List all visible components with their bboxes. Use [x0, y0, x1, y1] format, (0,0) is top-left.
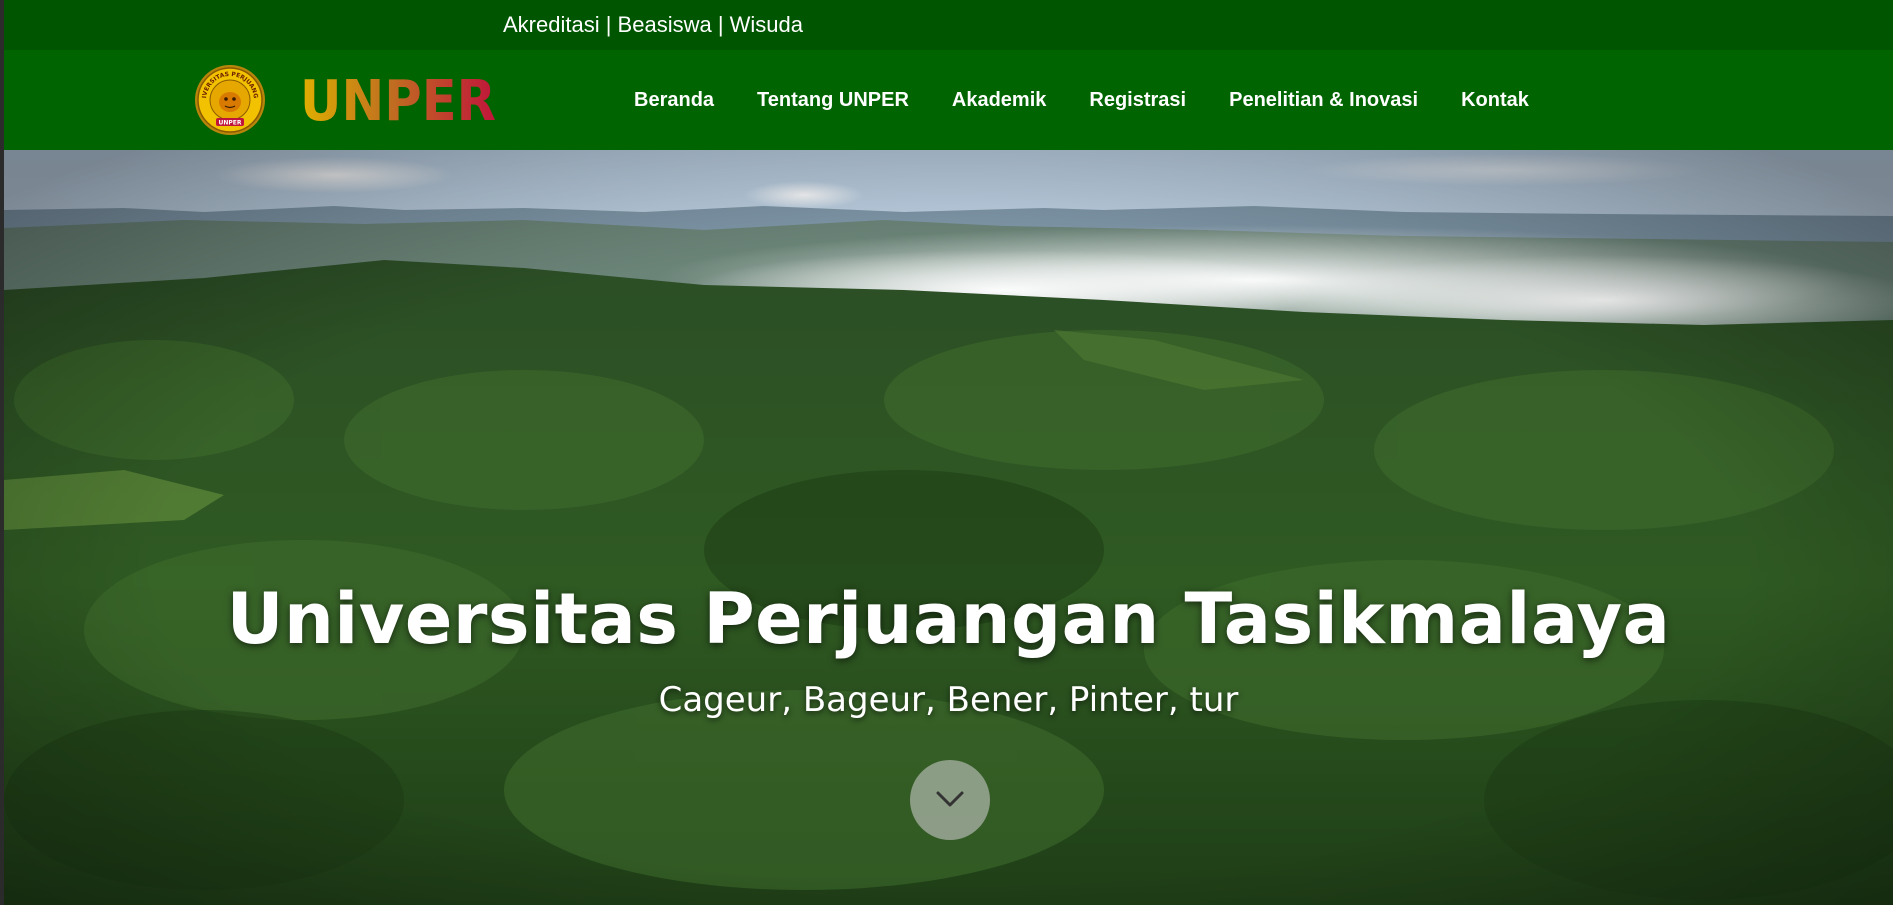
hero-section: Universitas Perjuangan Tasikmalaya Cageu…: [4, 150, 1893, 905]
top-link-separator: |: [717, 12, 730, 37]
main-navbar: UNIVERSITAS PERJUANGAN UNPER UNPER Beran…: [4, 50, 1893, 150]
unper-wordmark-logo[interactable]: UNPER: [300, 68, 500, 132]
hero-title: Universitas Perjuangan Tasikmalaya: [226, 578, 1671, 660]
top-links: Akreditasi | Beasiswa | Wisuda: [503, 12, 803, 38]
scroll-down-button[interactable]: [910, 760, 990, 840]
nav-item-beranda[interactable]: Beranda: [634, 89, 714, 112]
nav-item-kontak[interactable]: Kontak: [1461, 89, 1529, 112]
top-link-separator: |: [605, 12, 618, 37]
top-link-beasiswa[interactable]: Beasiswa: [618, 12, 712, 37]
university-seal-logo[interactable]: UNIVERSITAS PERJUANGAN UNPER: [194, 64, 266, 136]
top-link-akreditasi[interactable]: Akreditasi: [503, 12, 600, 37]
chevron-down-icon: [936, 791, 964, 807]
page: Akreditasi | Beasiswa | Wisuda UNIVERSIT…: [4, 0, 1893, 905]
nav-item-registrasi[interactable]: Registrasi: [1089, 89, 1186, 112]
main-menu: Beranda Tentang UNPER Akademik Registras…: [634, 50, 1572, 150]
top-link-wisuda[interactable]: Wisuda: [730, 12, 803, 37]
nav-item-penelitian-inovasi[interactable]: Penelitian & Inovasi: [1229, 89, 1418, 112]
nav-item-akademik[interactable]: Akademik: [952, 89, 1047, 112]
seal-bottom-text: UNPER: [218, 120, 241, 127]
nav-item-tentang-unper[interactable]: Tentang UNPER: [757, 89, 909, 112]
top-utility-bar: Akreditasi | Beasiswa | Wisuda: [4, 0, 1893, 50]
hero-subtitle: Cageur, Bageur, Bener, Pinter, tur: [658, 680, 1239, 720]
wordmark-text: UNPER: [300, 69, 496, 132]
